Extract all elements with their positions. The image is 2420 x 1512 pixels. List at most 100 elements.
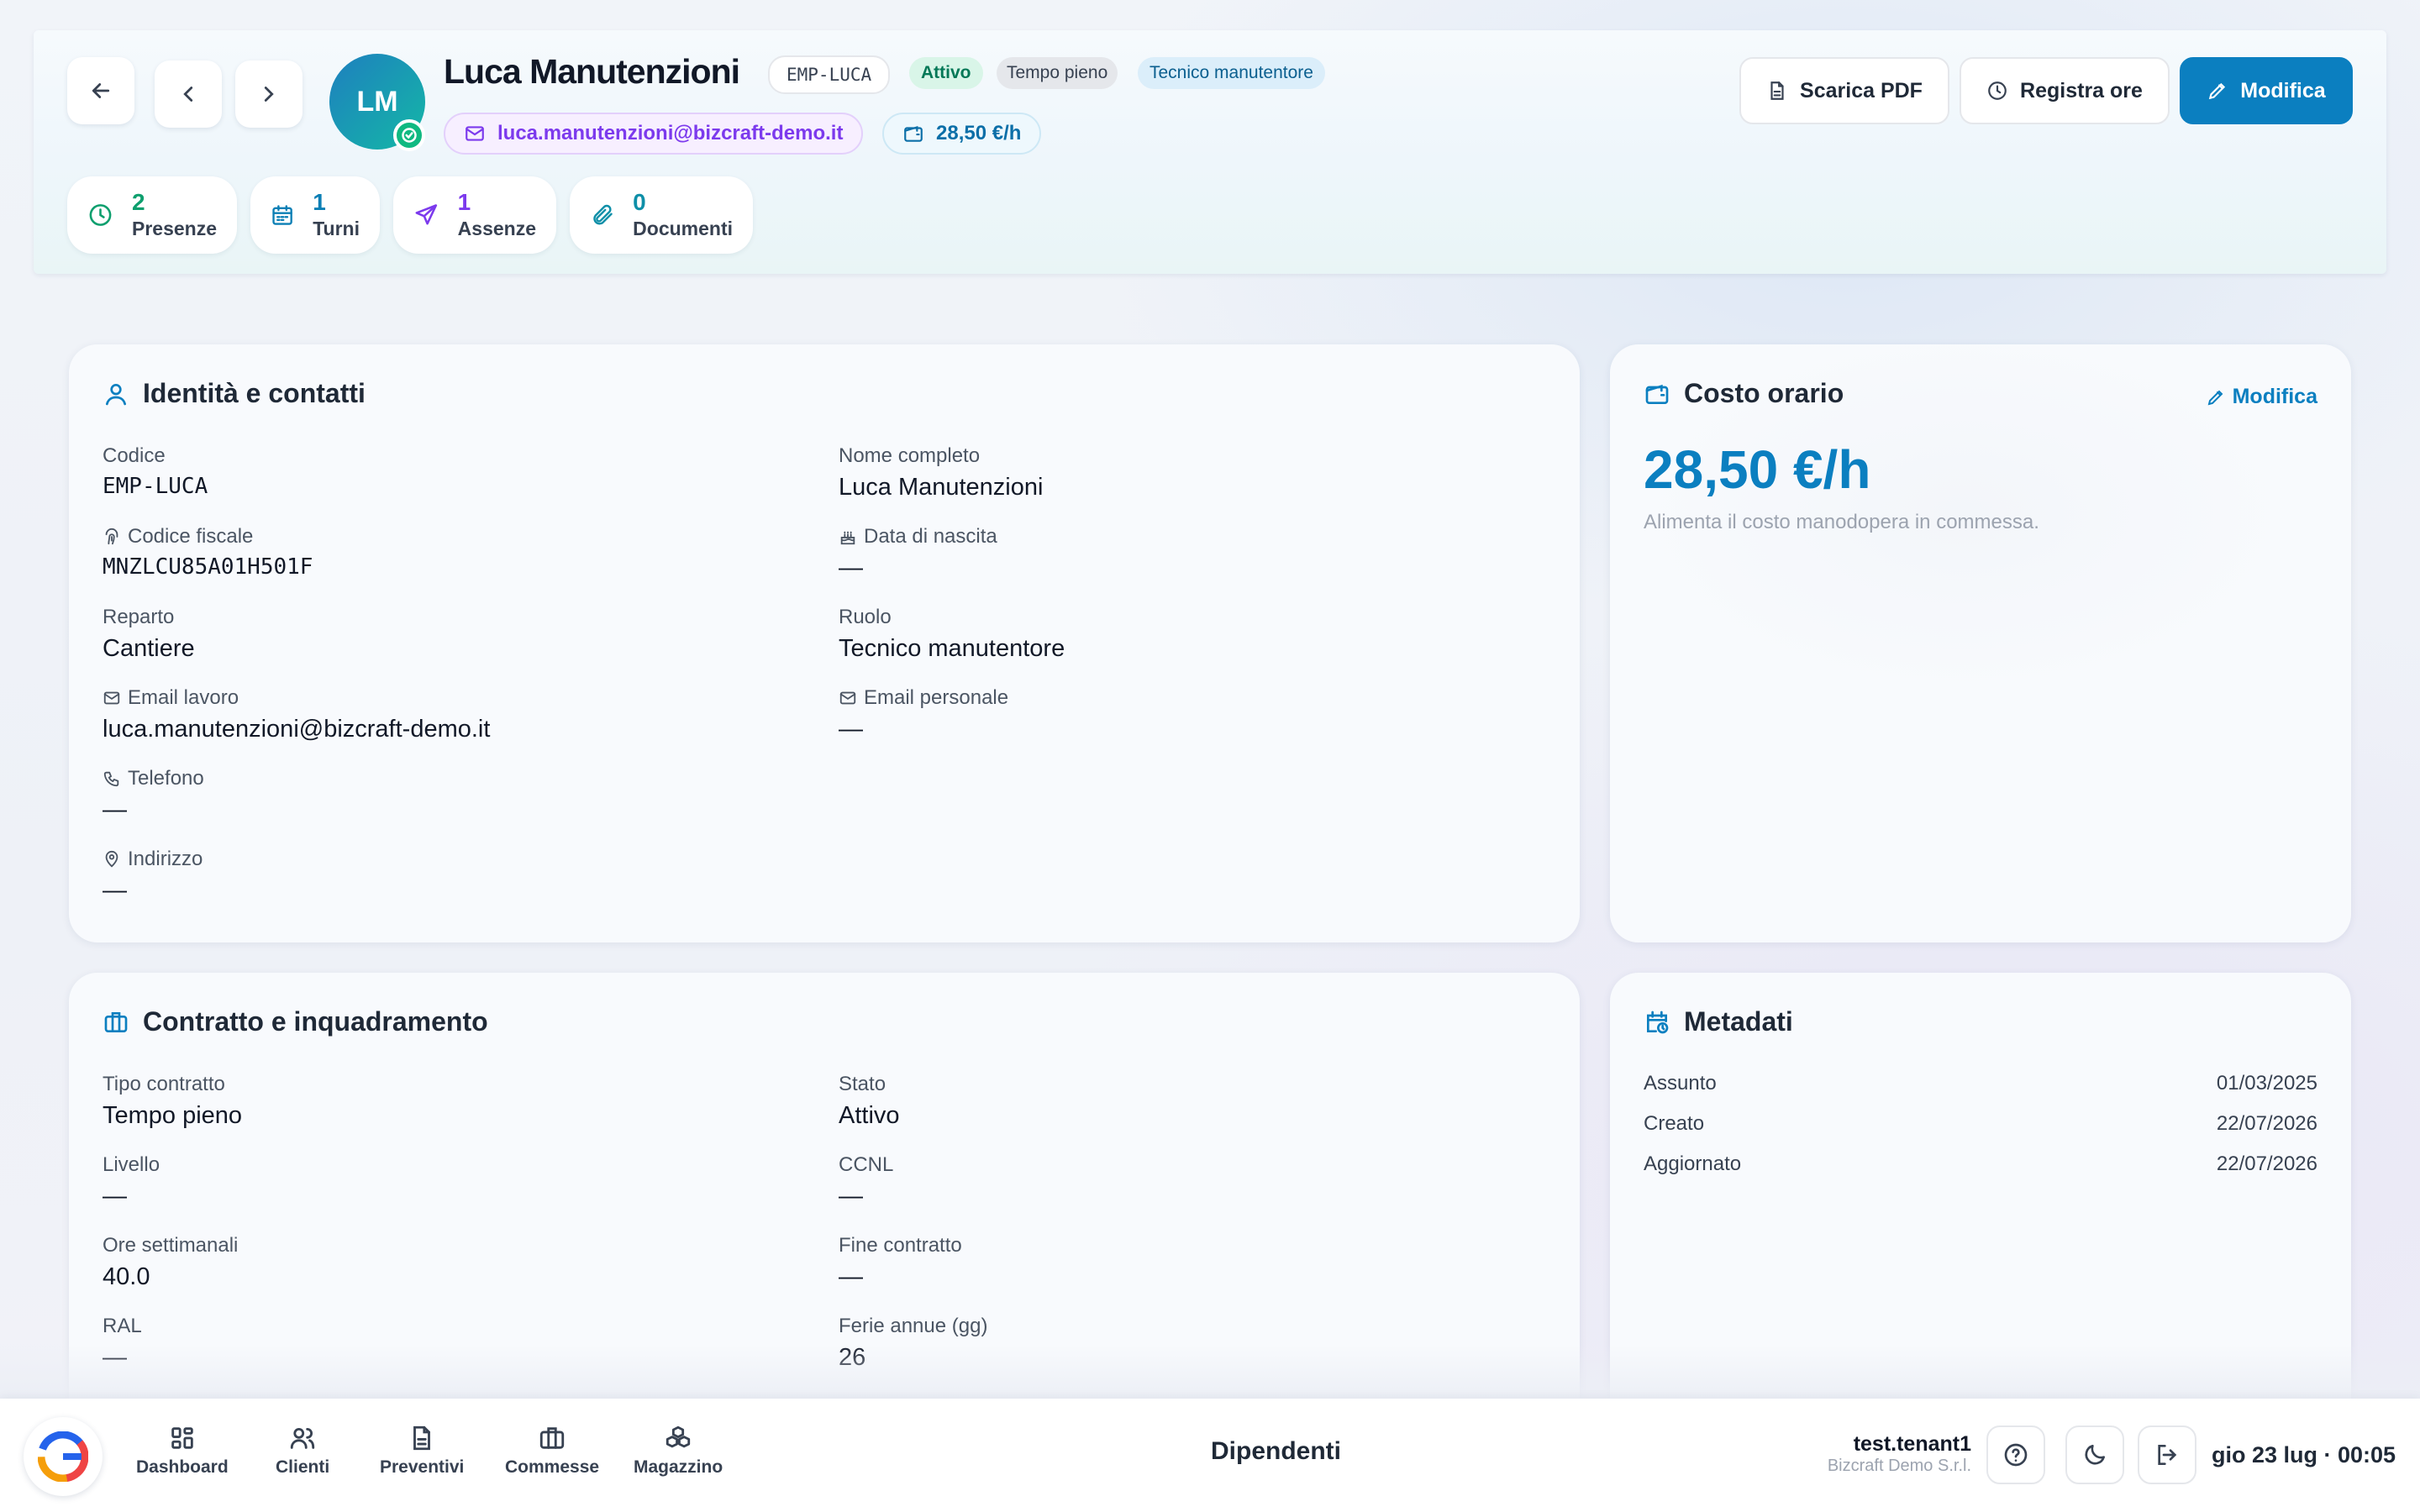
bottom-bar: Dashboard Clienti Preventivi Commesse Ma… (0, 1399, 2420, 1512)
chevron-left-icon (183, 87, 193, 102)
help-button[interactable] (1986, 1425, 2045, 1484)
field-email-lavoro: Email lavoro luca.manutenzioni@bizcraft-d… (103, 685, 490, 746)
field-value: Attivo (839, 1102, 900, 1129)
edit-cost-link[interactable]: Modifica (2206, 385, 2317, 409)
field-email-personale: Email personale — (839, 685, 1008, 746)
cost-card-title: Costo orario (1644, 378, 1844, 409)
avatar-initials: LM (356, 85, 398, 118)
datetime-display: gio 23 lug · 00:05 (2212, 1442, 2396, 1467)
meta-row-assunto: Assunto 01/03/2025 (1644, 1072, 2317, 1095)
theme-toggle-button[interactable] (2065, 1425, 2124, 1484)
field-value: Luca Manutenzioni (839, 474, 1044, 501)
field-label: Codice fiscale (103, 524, 313, 549)
field-value: Tecnico manutentore (839, 635, 1065, 662)
meta-label: Creato (1644, 1112, 1705, 1135)
field-value[interactable]: luca.manutenzioni@bizcraft-demo.it (103, 716, 490, 746)
app-logo-button[interactable] (24, 1417, 103, 1496)
next-employee-button[interactable] (235, 60, 302, 128)
stat-presenze[interactable]: 2 Presenze (67, 176, 237, 254)
nav-magazzino[interactable]: Magazzino (634, 1424, 723, 1478)
stat-turni[interactable]: 1 Turni (250, 176, 380, 254)
stat-assenze[interactable]: 1 Assenze (393, 176, 556, 254)
user-info: test.tenant1 Bizcraft Demo S.r.l. (1828, 1432, 1971, 1476)
stat-assenze-count: 1 (457, 189, 471, 215)
metadata-title-label: Metadati (1684, 1006, 1793, 1037)
field-label-text: Telefono (128, 767, 204, 790)
field-codice-fiscale: Codice fiscale MNZLCU85A01H501F (103, 524, 313, 585)
scroll-fade (0, 1344, 2420, 1399)
field-ore-settimanali: Ore settimanali 40.0 (103, 1233, 238, 1294)
clock-icon (1988, 81, 2007, 100)
arrow-left-icon (92, 83, 110, 98)
email-chip[interactable]: luca.manutenzioni@bizcraft-demo.it (444, 113, 864, 155)
field-reparto: Reparto Cantiere (103, 605, 195, 665)
calendar-clock-icon (1647, 1011, 1669, 1033)
dashboard-icon (171, 1427, 193, 1449)
metadata-card-title: Metadati (1644, 1006, 1793, 1037)
field-value: MNZLCU85A01H501F (103, 554, 313, 580)
calendar-icon (272, 205, 292, 225)
nav-dashboard[interactable]: Dashboard (136, 1424, 229, 1478)
field-tipo-contratto: Tipo contratto Tempo pieno (103, 1072, 242, 1132)
help-icon (2004, 1443, 2028, 1467)
field-nome-completo: Nome completo Luca Manutenzioni (839, 444, 1043, 504)
contract-card-title: Contratto e inquadramento (103, 1006, 488, 1037)
nav-commesse[interactable]: Commesse (505, 1424, 599, 1478)
user-name: test.tenant1 (1853, 1432, 1971, 1456)
field-value: — (839, 1263, 863, 1290)
logout-button[interactable] (2138, 1425, 2196, 1484)
field-label: CCNL (839, 1153, 894, 1176)
pencil-icon (2207, 390, 2223, 405)
field-ccnl: CCNL — (839, 1152, 893, 1213)
meta-label: Assunto (1644, 1072, 1717, 1095)
field-label-text: Indirizzo (128, 848, 203, 870)
app-logo-icon (38, 1431, 88, 1482)
field-value: EMP-LUCA (103, 474, 208, 499)
users-icon (290, 1427, 315, 1449)
field-label: Ore settimanali (103, 1234, 239, 1257)
wallet-icon (1645, 384, 1669, 404)
field-value: 40.0 (103, 1263, 150, 1290)
previous-employee-button[interactable] (155, 60, 222, 128)
nav-clienti-label: Clienti (276, 1457, 330, 1477)
field-label: Telefono (103, 766, 204, 791)
document-icon (413, 1425, 431, 1451)
field-label: Data di nascita (839, 524, 997, 549)
stat-presenze-label: Presenze (131, 218, 217, 239)
user-icon (106, 383, 126, 405)
hourly-cost-card: Costo orario Modifica 28,50 €/h Alimenta… (1610, 344, 2351, 942)
edit-button[interactable]: Modifica (2180, 57, 2353, 124)
field-value: — (103, 796, 127, 823)
stat-assenze-label: Assenze (457, 218, 536, 239)
hourly-cost-value: 28,50 €/h (1644, 439, 1871, 500)
field-value: — (103, 877, 127, 904)
field-label: Ferie annue (gg) (839, 1315, 988, 1337)
field-label: Indirizzo (103, 847, 203, 872)
rate-chip: 28,50 €/h (882, 113, 1042, 155)
stat-documenti-count: 0 (633, 189, 646, 215)
file-icon (1770, 81, 1784, 100)
field-codice: Codice EMP-LUCA (103, 444, 208, 504)
field-label: Reparto (103, 606, 175, 628)
employee-code-badge: EMP-LUCA (768, 55, 891, 94)
field-label: Ruolo (839, 606, 892, 628)
nav-preventivi[interactable]: Preventivi (380, 1424, 464, 1478)
download-pdf-button[interactable]: Scarica PDF (1739, 57, 1949, 124)
field-label: Stato (839, 1073, 886, 1095)
wallet-icon (904, 125, 923, 142)
moon-icon (2085, 1445, 2105, 1465)
cost-title-label: Costo orario (1684, 378, 1844, 408)
hourly-cost-note: Alimenta il costo manodopera in commessa… (1644, 511, 2039, 533)
nav-dashboard-label: Dashboard (136, 1457, 229, 1477)
briefcase-icon (104, 1011, 128, 1032)
identity-card: Identità e contatti Codice EMP-LUCA Nome … (69, 344, 1580, 942)
stat-documenti[interactable]: 0 Documenti (570, 176, 753, 254)
field-label: Livello (103, 1153, 160, 1176)
back-button[interactable] (67, 57, 134, 124)
field-label: Email personale (839, 685, 1008, 711)
field-livello: Livello — (103, 1152, 160, 1213)
meta-value: 01/03/2025 (2216, 1072, 2317, 1095)
log-hours-button[interactable]: Registra ore (1960, 57, 2170, 124)
nav-clienti[interactable]: Clienti (276, 1424, 329, 1478)
field-label-text: Codice fiscale (128, 525, 254, 548)
